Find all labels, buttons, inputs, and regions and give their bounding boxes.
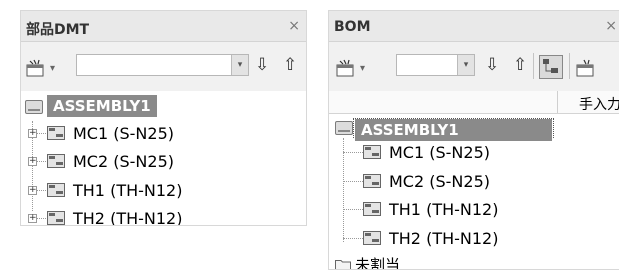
chevron-down-icon[interactable]: ▾ xyxy=(231,55,248,75)
tree-item-label: MC1 (S-N25) xyxy=(389,143,490,162)
tree-view-icon[interactable] xyxy=(539,55,563,79)
component-icon xyxy=(47,154,65,168)
move-down-button[interactable]: ⇩ xyxy=(485,56,499,74)
parts-tree: ASSEMBLY1 + MC1 (S-N25) + MC2 (S-N25) + … xyxy=(21,91,306,226)
parts-dmt-panel: 部品DMT × ▾ ▾ ⇩ ⇧ ASSEMBLY1 + MC1 (S-N25) … xyxy=(20,10,307,226)
toolbar: ▾ ▾ ⇩ ⇧ xyxy=(21,43,306,91)
component-icon xyxy=(47,211,65,225)
component-icon xyxy=(363,231,381,245)
toolbar-separator xyxy=(569,53,570,79)
tree-item-label: MC2 (S-N25) xyxy=(389,172,490,191)
bom-panel: BOM × ▾ ▾ ⇩ ⇧ 手入力 ASSEMBLY1 MC1 (S-N25) … xyxy=(328,10,619,270)
close-button[interactable]: × xyxy=(288,18,300,34)
expand-icon[interactable]: + xyxy=(28,214,37,223)
expand-icon[interactable]: + xyxy=(28,157,37,166)
column-header-row: 手入力 xyxy=(329,91,619,114)
component-icon xyxy=(363,145,381,159)
move-up-button[interactable]: ⇧ xyxy=(513,56,527,74)
tree-root[interactable]: ASSEMBLY1 xyxy=(355,119,552,141)
close-button[interactable]: × xyxy=(605,18,617,34)
chevron-down-icon[interactable]: ▾ xyxy=(457,55,474,75)
selection-combo[interactable]: ▾ xyxy=(396,54,475,76)
new-document-icon[interactable] xyxy=(335,59,357,77)
bom-tree: ASSEMBLY1 MC1 (S-N25) MC2 (S-N25) TH1 (T… xyxy=(329,114,619,270)
new-document-icon[interactable] xyxy=(575,59,597,77)
tree-item-label: TH2 (TH-N12) xyxy=(389,229,499,248)
folder-icon xyxy=(335,260,351,269)
tree-item-label: TH2 (TH-N12) xyxy=(73,209,183,226)
panel-titlebar: 部品DMT × xyxy=(21,11,306,42)
component-icon xyxy=(47,183,65,197)
assembly-icon xyxy=(335,121,353,135)
component-icon xyxy=(363,202,381,216)
panel-title: 部品DMT xyxy=(26,22,90,38)
move-up-button[interactable]: ⇧ xyxy=(283,56,297,74)
component-icon xyxy=(363,174,381,188)
expand-icon[interactable]: + xyxy=(28,186,37,195)
toolbar: ▾ ▾ ⇩ ⇧ xyxy=(329,43,619,91)
assembly-icon xyxy=(25,100,43,114)
tree-item-label: MC2 (S-N25) xyxy=(73,152,174,171)
new-document-icon[interactable] xyxy=(25,59,47,77)
tree-line xyxy=(343,138,344,242)
expand-icon[interactable]: + xyxy=(28,129,37,138)
component-icon xyxy=(47,126,65,140)
panel-title: BOM xyxy=(334,19,371,35)
toolbar-separator xyxy=(533,53,534,79)
selection-combo[interactable]: ▾ xyxy=(76,54,249,76)
move-down-button[interactable]: ⇩ xyxy=(255,56,269,74)
panel-titlebar: BOM × xyxy=(329,11,619,42)
tree-item-label: MC1 (S-N25) xyxy=(73,124,174,143)
tree-item-label: TH1 (TH-N12) xyxy=(73,181,183,200)
tree-item-label: 未割当 xyxy=(355,256,401,270)
new-dropdown-arrow[interactable]: ▾ xyxy=(360,63,365,74)
column-divider[interactable] xyxy=(557,91,558,113)
tree-root[interactable]: ASSEMBLY1 xyxy=(47,95,157,117)
new-dropdown-arrow[interactable]: ▾ xyxy=(50,63,55,74)
tree-item-label: TH1 (TH-N12) xyxy=(389,200,499,219)
column-header-manual-input[interactable]: 手入力 xyxy=(579,94,619,114)
